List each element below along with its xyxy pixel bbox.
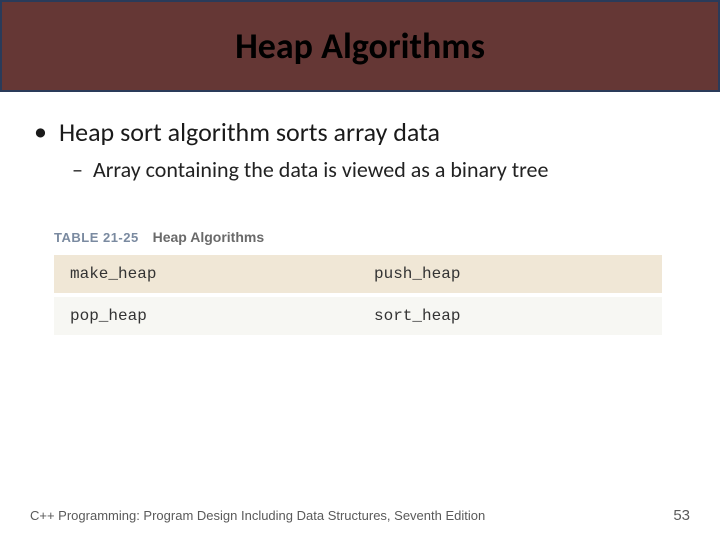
table-cell: sort_heap	[358, 293, 662, 335]
footer-text: C++ Programming: Program Design Includin…	[30, 508, 485, 523]
slide: Heap Algorithms • Heap sort algorithm so…	[0, 0, 720, 540]
title-bar: Heap Algorithms	[0, 0, 720, 92]
table-wrap: TABLE 21-25 Heap Algorithms make_heap pu…	[54, 229, 666, 335]
table-cell: push_heap	[358, 255, 662, 293]
page-number: 53	[673, 507, 690, 524]
bullet-dot-icon: •	[34, 116, 47, 147]
bullet-dash-icon: –	[72, 156, 83, 185]
table-title: Heap Algorithms	[153, 229, 265, 245]
algorithms-table: make_heap push_heap pop_heap sort_heap	[54, 255, 662, 335]
table-label: TABLE 21-25	[54, 230, 139, 245]
bullet-l2-text: Array containing the data is viewed as a…	[93, 156, 548, 183]
table-cell: make_heap	[54, 255, 358, 293]
table-cell: pop_heap	[54, 293, 358, 335]
footer: C++ Programming: Program Design Includin…	[0, 496, 720, 540]
table-row: make_heap push_heap	[54, 255, 662, 293]
table-caption: TABLE 21-25 Heap Algorithms	[54, 229, 666, 245]
slide-title: Heap Algorithms	[235, 24, 485, 68]
content-area: • Heap sort algorithm sorts array data –…	[0, 92, 720, 335]
bullet-level-2: – Array containing the data is viewed as…	[72, 156, 686, 185]
table-row: pop_heap sort_heap	[54, 293, 662, 335]
bullet-l1-text: Heap sort algorithm sorts array data	[59, 116, 440, 148]
bullet-level-1: • Heap sort algorithm sorts array data	[34, 116, 686, 148]
